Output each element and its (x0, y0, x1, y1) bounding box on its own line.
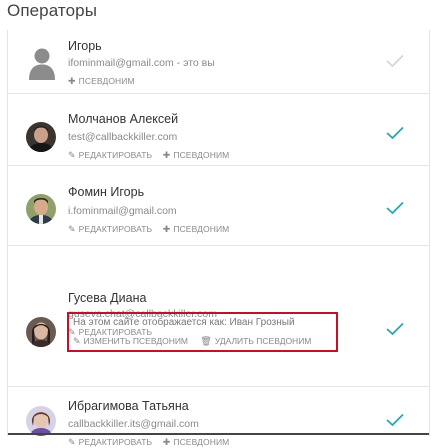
avatar (26, 122, 56, 152)
plus-icon: ✚ (162, 437, 171, 447)
operator-name: Игорь (68, 39, 102, 53)
delete-alias-button[interactable]: 🗑 УДАЛИТЬ ПСЕВДОНИМ (200, 336, 311, 347)
operator-row: Молчанов Алексей test@callbackkiller.com… (8, 94, 429, 166)
edit-alias-button[interactable]: ✎ ИЗМЕНИТЬ ПСЕВДОНИМ (73, 336, 188, 347)
operator-name: Молчанов Алексей (68, 112, 179, 126)
edit-button[interactable]: ✎ РЕДАКТИРОВАТЬ (68, 224, 152, 235)
edit-button[interactable]: ✎ РЕДАКТИРОВАТЬ (68, 150, 152, 161)
check-icon[interactable] (386, 54, 404, 68)
user-placeholder-icon (26, 46, 58, 80)
edit-icon: ✎ (68, 437, 76, 447)
edit-icon: ✎ (73, 336, 81, 346)
operator-email: ifominmail@gmail.com - это вы (68, 57, 215, 69)
action-label: ПСЕВДОНИМ (173, 150, 230, 160)
operator-name: Фомин Игорь (68, 185, 145, 199)
check-icon[interactable] (386, 201, 404, 215)
operator-name: Ибрагимова Татьяна (68, 399, 189, 413)
operators-list: Игорь ifominmail@gmail.com - это вы ✚ ПСЕ… (7, 30, 430, 447)
avatar (26, 406, 56, 436)
operator-email: callbackkiller.its@gmail.com (68, 418, 199, 430)
add-alias-button[interactable]: ✚ ПСЕВДОНИМ (163, 150, 230, 161)
action-label: РЕДАКТИРОВАТЬ (78, 150, 153, 160)
alias-highlight-box: На этом сайте отображается как: Иван Гро… (67, 312, 338, 352)
edit-icon: ✎ (68, 150, 76, 160)
action-label: РЕДАКТИРОВАТЬ (78, 224, 153, 234)
bottom-divider (8, 433, 429, 435)
check-icon[interactable] (386, 413, 404, 427)
check-icon[interactable] (386, 126, 404, 140)
operator-email: test@callbackkiller.com (68, 131, 178, 143)
operator-actions: ✎ РЕДАКТИРОВАТЬ ✚ ПСЕВДОНИМ (68, 224, 237, 235)
page-title: Операторы (7, 1, 98, 20)
plus-icon: ✚ (162, 150, 171, 160)
edit-icon: ✎ (68, 224, 76, 234)
plus-icon: ✚ (68, 76, 76, 86)
trash-icon: 🗑 (200, 336, 212, 346)
operator-actions: ✎ РЕДАКТИРОВАТЬ ✚ ПСЕВДОНИМ (68, 437, 237, 448)
operator-actions: ✚ ПСЕВДОНИМ (68, 76, 143, 87)
operator-row: Фомин Игорь i.fominmail@gmail.com ✎ РЕДАК… (8, 166, 429, 246)
alias-text: На этом сайте отображается как: Иван Гро… (73, 317, 295, 328)
operator-name: Гусева Диана (68, 291, 147, 305)
operator-email: i.fominmail@gmail.com (68, 205, 177, 217)
operator-actions: ✎ РЕДАКТИРОВАТЬ ✚ ПСЕВДОНИМ (68, 150, 237, 161)
action-label: РЕДАКТИРОВАТЬ (78, 437, 153, 447)
edit-button[interactable]: ✎ РЕДАКТИРОВАТЬ (68, 437, 152, 448)
avatar (26, 317, 56, 347)
action-label: ИЗМЕНИТЬ ПСЕВДОНИМ (83, 336, 189, 346)
alias-actions: ✎ ИЗМЕНИТЬ ПСЕВДОНИМ 🗑 УДАЛИТЬ ПСЕВДОНИМ (73, 336, 321, 347)
add-alias-button[interactable]: ✚ ПСЕВДОНИМ (163, 224, 230, 235)
action-label: ПСЕВДОНИМ (173, 224, 230, 234)
avatar (26, 194, 56, 224)
plus-icon: ✚ (162, 224, 171, 234)
add-alias-button[interactable]: ✚ ПСЕВДОНИМ (163, 437, 230, 448)
action-label: УДАЛИТЬ ПСЕВДОНИМ (214, 336, 312, 346)
action-label: ПСЕВДОНИМ (78, 76, 135, 86)
add-alias-button[interactable]: ✚ ПСЕВДОНИМ (68, 76, 135, 87)
check-icon[interactable] (386, 322, 404, 336)
action-label: ПСЕВДОНИМ (173, 437, 230, 447)
operator-row: Игорь ifominmail@gmail.com - это вы ✚ ПСЕ… (8, 30, 429, 94)
operator-row: Ибрагимова Татьяна callbackkiller.its@gm… (8, 387, 429, 447)
